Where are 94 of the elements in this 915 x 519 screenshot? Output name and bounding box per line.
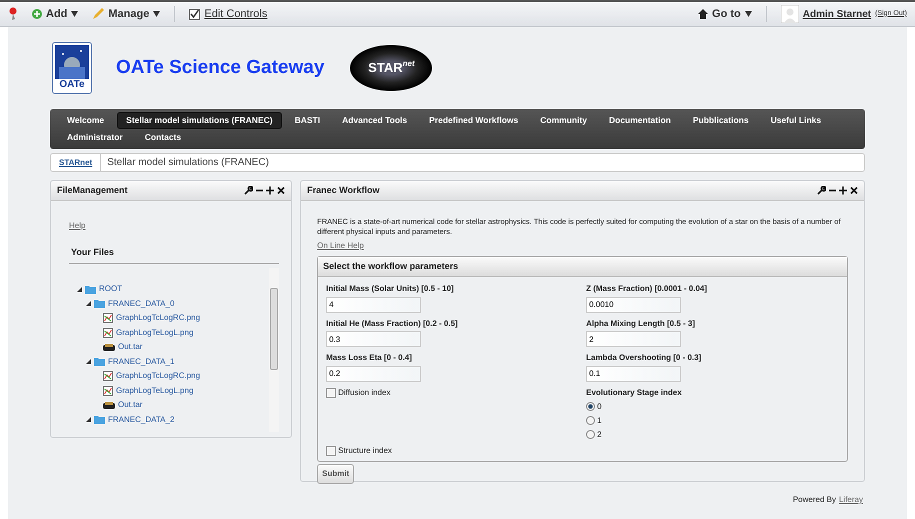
folder-icon <box>94 415 105 424</box>
close-icon[interactable] <box>850 186 858 195</box>
observatory-icon <box>55 45 89 79</box>
nav-tab[interactable]: Useful Links <box>762 112 830 129</box>
expand-icon[interactable] <box>86 417 91 422</box>
breadcrumb-link[interactable]: STARnet <box>59 156 92 168</box>
maximize-icon[interactable] <box>266 186 274 195</box>
image-file-icon <box>103 371 113 382</box>
portlet-title: FileManagement <box>57 184 128 197</box>
checkbox-label: Structure index <box>338 444 392 456</box>
wrench-icon[interactable] <box>244 186 254 195</box>
starnet-logo: STAR$^{net}$ <box>350 45 432 91</box>
menu-button[interactable]: Add <box>32 6 78 22</box>
nav-tab[interactable]: Documentation <box>600 112 680 129</box>
help-link[interactable]: Help <box>69 220 86 232</box>
caret-icon <box>744 11 752 17</box>
submit-button[interactable]: Submit <box>317 464 354 484</box>
nav-tab[interactable]: Community <box>531 112 596 129</box>
close-icon[interactable] <box>277 186 286 195</box>
field-label: Z (Mass Fraction) [0.0001 - 0.04] <box>586 283 708 295</box>
radio-label: 0 <box>597 400 602 412</box>
avatar-icon <box>780 5 799 23</box>
field-label: Evolutionary Stage index <box>586 386 683 398</box>
scrollbar[interactable] <box>269 268 280 432</box>
pencil-icon <box>92 8 104 20</box>
input-field[interactable]: 0.1 <box>586 366 682 382</box>
field-label: Initial He (Mass Fraction) [0.2 - 0.5] <box>326 318 459 330</box>
caret-icon <box>153 11 160 17</box>
checkbox-label: Diffusion index <box>338 386 390 398</box>
nav-tab[interactable]: Predefined Workflows <box>420 112 528 129</box>
breadcrumb-current: Stellar model simulations (FRANEC) <box>106 156 269 170</box>
nav-tab[interactable]: Contacts <box>136 129 190 146</box>
nav-tab[interactable]: BASTI <box>286 112 330 129</box>
archive-file-icon <box>103 402 115 409</box>
tree-item[interactable]: GraphLogTeLogL.png <box>116 326 194 339</box>
tree-item[interactable]: GraphLogTcLogRC.png <box>116 312 200 324</box>
section-heading: Your Files <box>70 246 115 258</box>
portlet-title: Franec Workflow <box>307 184 380 197</box>
archive-file-icon <box>103 344 115 351</box>
tree-item[interactable]: FRANEC_DATA_1 <box>108 356 174 368</box>
folder-icon <box>94 357 105 366</box>
logo: OATe <box>52 42 92 94</box>
tree-item[interactable]: Out.tar <box>118 399 142 412</box>
expand-icon[interactable] <box>77 286 82 292</box>
image-file-icon <box>103 386 113 396</box>
field-label: Mass Loss Eta [0 - 0.4] <box>326 352 413 364</box>
add-icon <box>32 9 42 19</box>
nav-tab[interactable]: Welcome <box>58 112 114 129</box>
radio-button[interactable] <box>586 402 596 411</box>
nav-tab[interactable]: Pubblications <box>684 112 758 129</box>
tree-item[interactable]: ROOT <box>99 283 122 296</box>
radio-button[interactable] <box>586 416 596 425</box>
panel-heading: Select the workflow parameters <box>318 256 847 277</box>
tree-item[interactable]: Out.tar <box>118 341 142 354</box>
nav-tab[interactable]: Advanced Tools <box>333 112 416 129</box>
checkbox[interactable] <box>326 388 336 398</box>
help-link[interactable]: On Line Help <box>317 240 364 252</box>
image-file-icon <box>103 313 113 324</box>
caret-icon <box>71 11 78 17</box>
go-to-menu[interactable]: Go to <box>698 6 752 22</box>
nav-tab[interactable]: Administrator <box>58 129 132 146</box>
user-name-link[interactable]: Admin Starnet <box>802 6 872 22</box>
image-file-icon <box>103 328 113 338</box>
folder-icon <box>94 299 105 308</box>
expand-icon[interactable] <box>86 301 91 306</box>
radio-label: 2 <box>597 428 602 440</box>
folder-icon <box>85 284 96 294</box>
field-label: Initial Mass (Solar Units) [0.5 - 10] <box>326 283 455 295</box>
tree-item[interactable]: FRANEC_DATA_2 <box>108 414 174 426</box>
radio-label: 1 <box>597 414 602 426</box>
menu-button[interactable]: Manage <box>92 6 160 22</box>
wrench-icon[interactable] <box>817 186 826 195</box>
site-title: OATe Science Gateway <box>116 56 324 80</box>
footer-link[interactable]: Liferay <box>838 494 863 506</box>
tree-item[interactable]: FRANEC_DATA_0 <box>108 298 174 310</box>
edit-controls-toggle[interactable]: Edit Controls <box>189 6 268 22</box>
input-field[interactable]: 0.2 <box>326 366 422 382</box>
field-label: Lambda Overshooting [0 - 0.3] <box>586 352 702 364</box>
checkbox-icon <box>189 8 200 20</box>
tree-item[interactable]: GraphLogTcLogRC.png <box>116 370 200 382</box>
footer-text: Powered By <box>792 494 836 506</box>
home-icon <box>698 9 708 19</box>
input-field[interactable]: 4 <box>326 296 422 312</box>
checkbox[interactable] <box>326 446 336 456</box>
radio-button[interactable] <box>586 430 596 439</box>
maximize-icon[interactable] <box>839 186 847 195</box>
pin-icon[interactable] <box>8 7 18 21</box>
input-field[interactable]: 0.3 <box>326 331 422 347</box>
field-label: Alpha Mixing Length [0.5 - 3] <box>586 318 696 330</box>
expand-icon[interactable] <box>86 359 91 364</box>
tree-item[interactable]: GraphLogTeLogL.png <box>116 384 194 397</box>
input-field[interactable]: 0.0010 <box>586 296 682 312</box>
input-field[interactable]: 2 <box>586 331 682 347</box>
nav-tab[interactable]: Stellar model simulations (FRANEC) <box>117 112 282 129</box>
